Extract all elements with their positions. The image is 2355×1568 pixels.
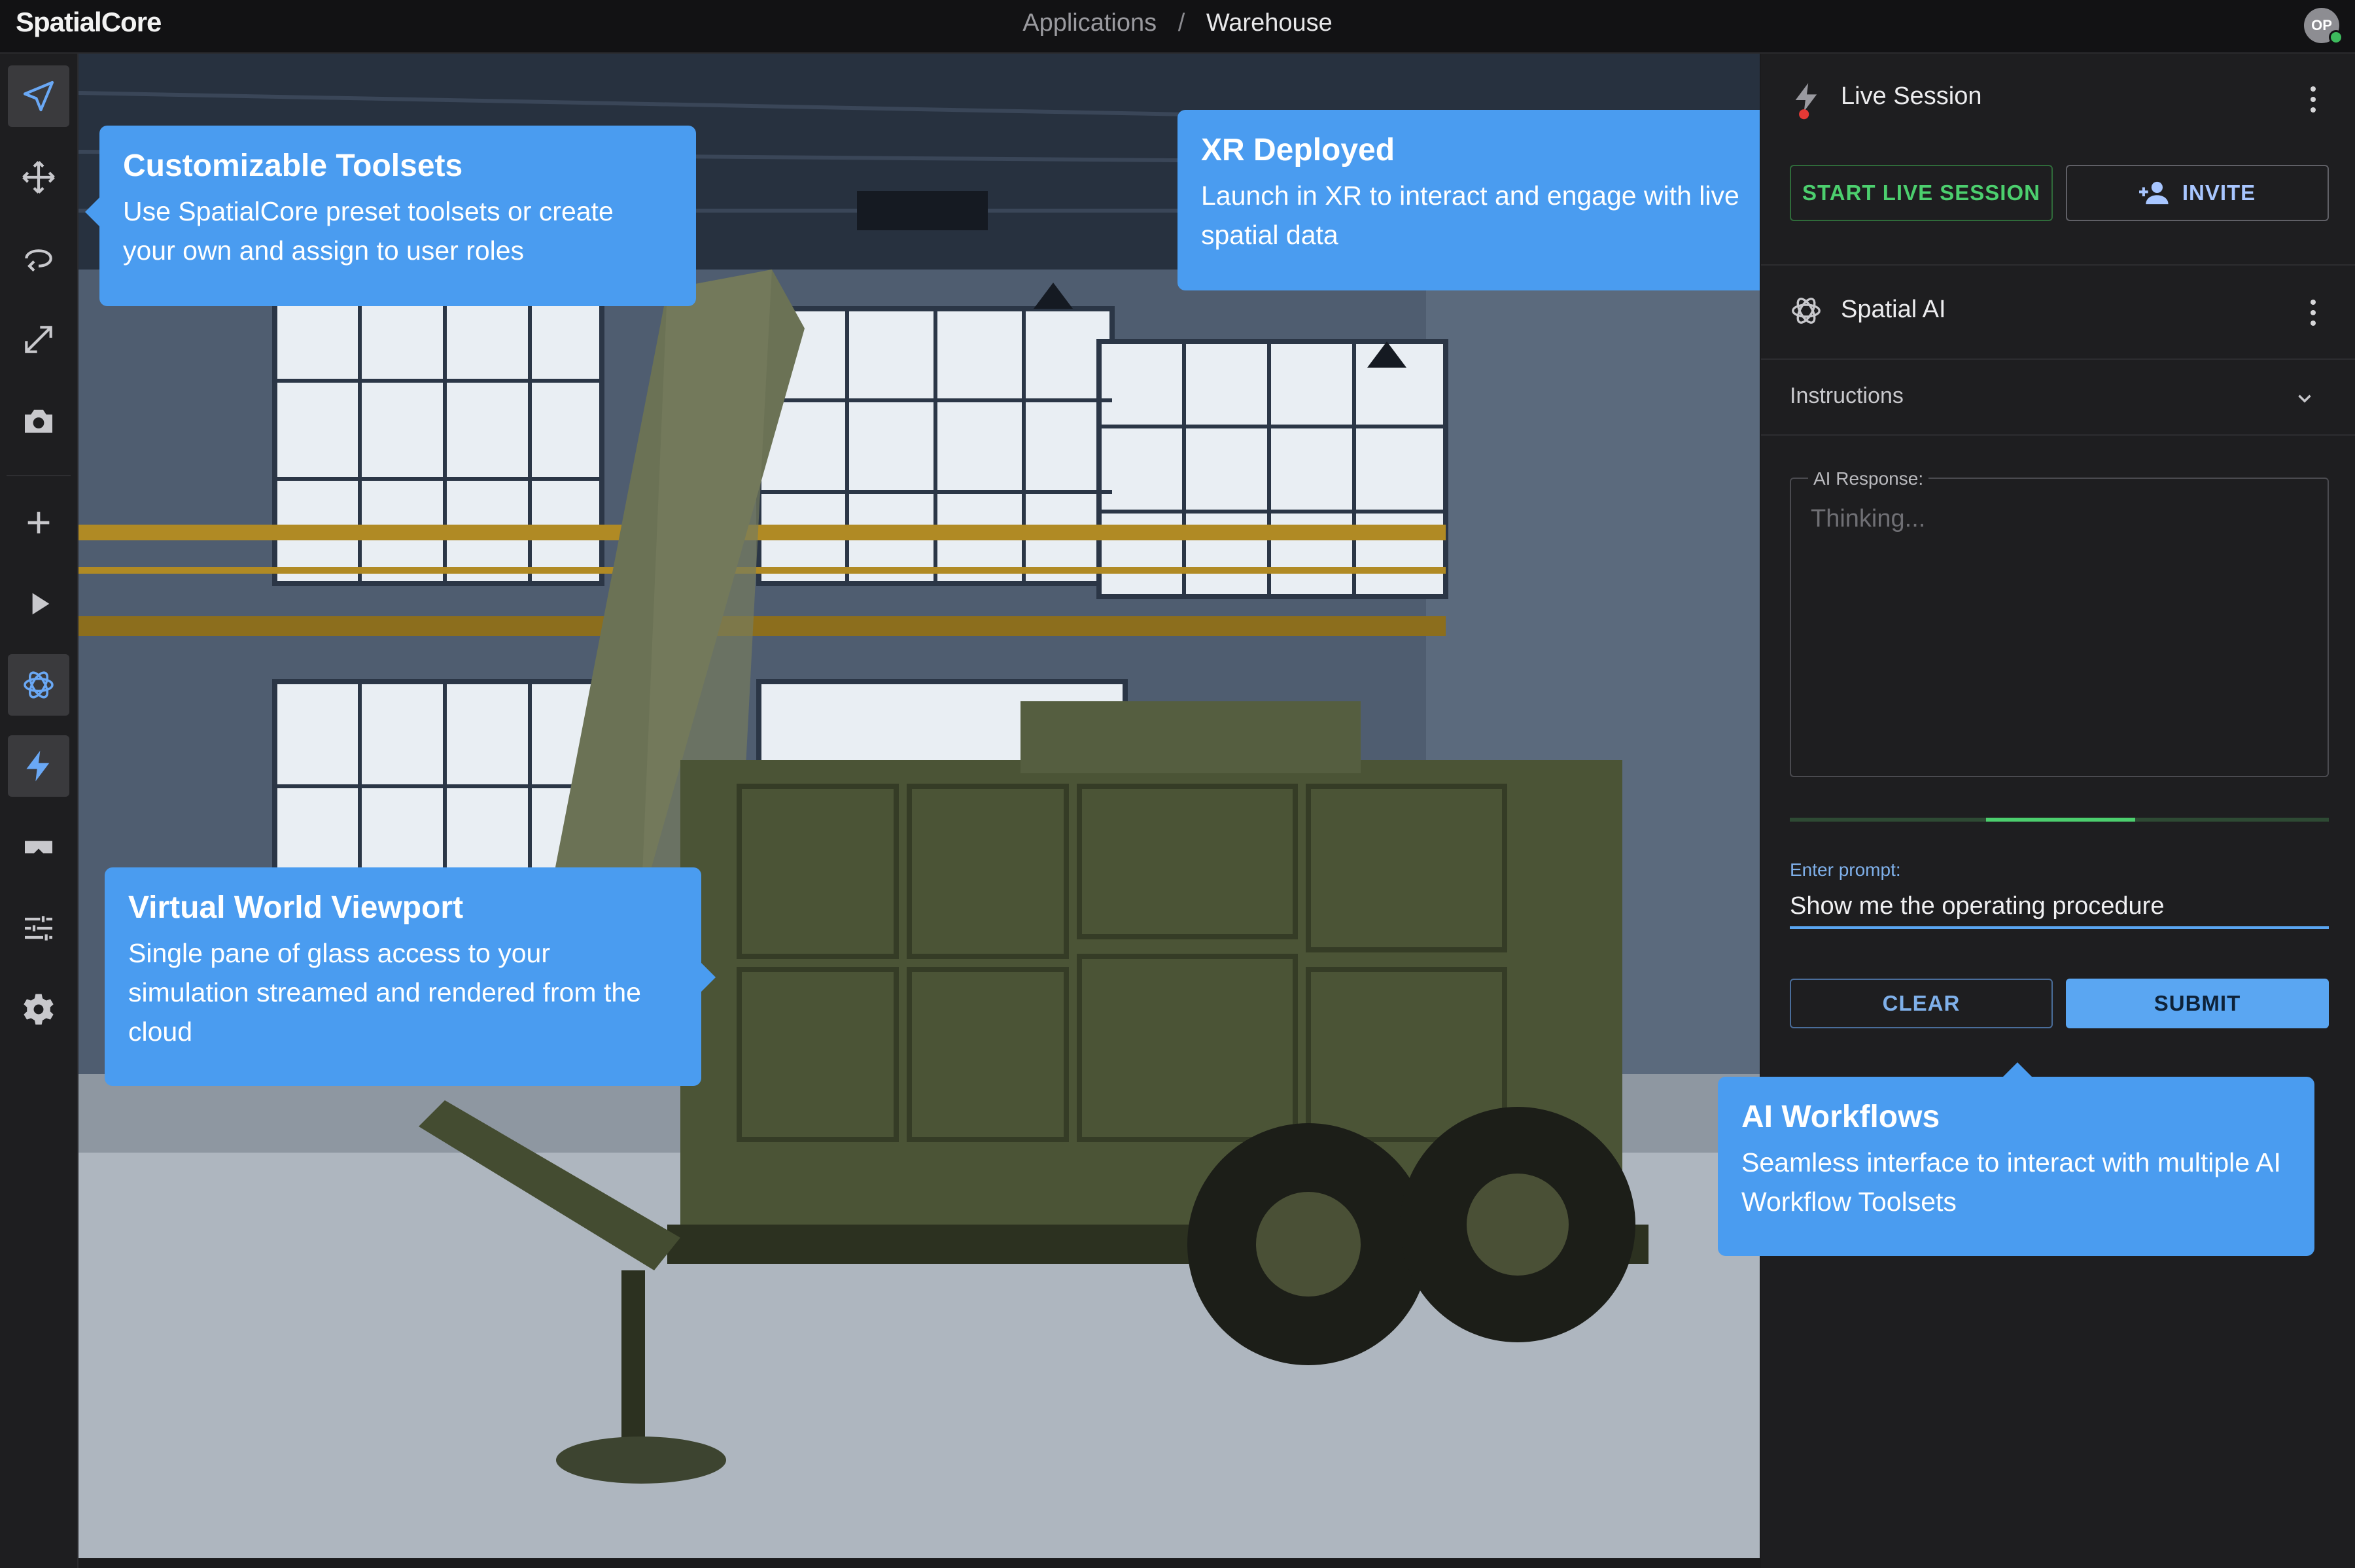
virtual-world-viewport[interactable]: Customizable Toolsets Use SpatialCore pr… <box>78 54 1760 1558</box>
callout-title: AI Workflows <box>1741 1100 1940 1134</box>
ai-response-box: AI Response: Thinking... <box>1790 468 2329 777</box>
submit-button[interactable]: SUBMIT <box>2066 979 2329 1028</box>
sliders-tool-button[interactable] <box>8 897 69 959</box>
spatial-ai-section-header: Spatial AI <box>1761 266 2355 360</box>
callout-arrow <box>2003 1062 2032 1077</box>
breadcrumb-warehouse: Warehouse <box>1206 9 1333 37</box>
add-person-icon <box>2138 181 2169 205</box>
add-tool-button[interactable] <box>8 492 69 553</box>
callout-arrow <box>85 198 99 226</box>
callout-ai-workflows: AI Workflows Seamless interface to inter… <box>1718 1062 2314 1256</box>
spatial-ai-menu-button[interactable] <box>2311 300 2316 331</box>
user-avatar[interactable]: OP <box>2304 8 2343 44</box>
invite-button[interactable]: INVITE <box>2066 165 2329 221</box>
online-status-dot <box>2329 30 2343 44</box>
instructions-label: Instructions <box>1790 383 1904 408</box>
callout-body: Seamless interface to interact with mult… <box>1741 1147 2281 1217</box>
invite-label: INVITE <box>2182 181 2256 205</box>
settings-tool-button[interactable] <box>8 979 69 1040</box>
live-session-icon <box>1795 83 1817 120</box>
live-session-title: Live Session <box>1841 82 1982 110</box>
play-tool-button[interactable] <box>8 573 69 635</box>
right-panel: Live Session START LIVE SESSION INVITE S… <box>1761 54 2355 1568</box>
vr-tool-button[interactable] <box>8 816 69 878</box>
navigate-icon <box>23 80 54 112</box>
scale-icon <box>25 326 52 353</box>
ai-progress-bar <box>1790 818 2329 822</box>
live-tool-button[interactable] <box>8 735 69 797</box>
play-icon <box>32 593 50 615</box>
ai-progress-fill <box>1986 818 2135 822</box>
ai-response-placeholder: Thinking... <box>1811 505 1926 532</box>
prompt-input[interactable]: Show me the operating procedure <box>1790 892 2329 929</box>
callout-title: Customizable Toolsets <box>123 148 463 183</box>
rotate-tool-button[interactable] <box>8 228 69 289</box>
callout-title: Virtual World Viewport <box>128 890 464 925</box>
callout-title: XR Deployed <box>1201 133 1395 167</box>
callout-customizable-toolsets: Customizable Toolsets Use SpatialCore pr… <box>85 126 696 306</box>
start-live-session-button[interactable]: START LIVE SESSION <box>1790 165 2053 221</box>
camera-icon <box>25 409 52 433</box>
left-toolbar <box>0 54 78 1568</box>
move-tool-button[interactable] <box>8 147 69 208</box>
camera-tool-button[interactable] <box>8 390 69 451</box>
move-icon <box>22 161 55 194</box>
scale-tool-button[interactable] <box>8 309 69 370</box>
live-session-section: Live Session START LIVE SESSION INVITE <box>1761 54 2355 266</box>
live-session-menu-button[interactable] <box>2311 86 2316 118</box>
live-icon <box>26 750 50 782</box>
callout-body: Use SpatialCore preset toolsets or creat… <box>123 196 614 266</box>
ai-tool-button[interactable] <box>8 654 69 716</box>
top-bar: SpatialCore Applications / Warehouse OP <box>0 0 2355 54</box>
breadcrumb-applications[interactable]: Applications <box>1022 9 1157 37</box>
callout-virtual-world-viewport: Virtual World Viewport Single pane of gl… <box>105 867 716 1086</box>
rotate-icon <box>25 249 52 272</box>
instructions-accordion[interactable]: Instructions <box>1761 360 2355 436</box>
toolbar-divider <box>7 475 71 476</box>
vr-headset-icon <box>25 841 52 854</box>
spatial-ai-icon <box>1792 298 1821 324</box>
spatial-ai-title: Spatial AI <box>1841 296 1946 323</box>
ai-icon <box>24 671 54 699</box>
clear-button[interactable]: CLEAR <box>1790 979 2053 1028</box>
settings-icon <box>24 994 54 1025</box>
breadcrumb-separator: / <box>1178 9 1185 37</box>
avatar-initials: OP <box>2311 17 2332 33</box>
chevron-down-icon <box>2298 394 2311 403</box>
callout-xr-deployed: XR Deployed Launch in XR to interact and… <box>1178 110 1760 290</box>
callout-arrow <box>701 963 716 992</box>
callout-body: Single pane of glass access to your simu… <box>128 938 641 1047</box>
breadcrumb: Applications / Warehouse <box>0 9 2355 37</box>
ai-response-label: AI Response: <box>1808 468 1929 489</box>
prompt-label: Enter prompt: <box>1790 860 1901 880</box>
sliders-icon <box>25 916 52 941</box>
navigate-tool-button[interactable] <box>8 65 69 127</box>
add-icon <box>27 512 50 534</box>
callout-body: Launch in XR to interact and engage with… <box>1201 181 1739 250</box>
